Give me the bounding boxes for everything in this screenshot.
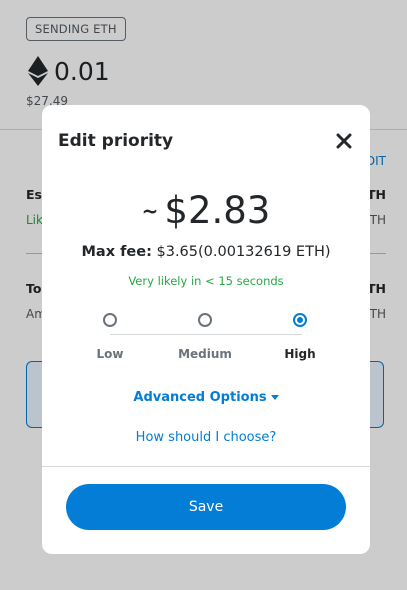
radio-medium[interactable] bbox=[198, 313, 212, 327]
edit-priority-modal: Edit priority ~ $2.83 Max fee: $3.65(0.00… bbox=[42, 105, 370, 554]
advanced-options-label: Advanced Options bbox=[133, 390, 267, 405]
fee-amount: $2.83 bbox=[164, 189, 271, 232]
max-fee: Max fee: $3.65(0.00132619 ETH) bbox=[42, 244, 370, 260]
close-icon[interactable] bbox=[336, 133, 352, 149]
radio-high[interactable] bbox=[293, 313, 307, 327]
advanced-options-link[interactable]: Advanced Options bbox=[42, 390, 370, 405]
likely-time: Very likely in < 15 seconds bbox=[128, 274, 284, 288]
modal-title: Edit priority bbox=[58, 131, 174, 151]
estimated-fee: ~ $2.83 bbox=[42, 189, 370, 232]
max-fee-label: Max fee: bbox=[81, 244, 152, 260]
fee-tilde: ~ bbox=[141, 198, 159, 223]
caret-down-icon bbox=[270, 395, 279, 400]
modal-divider bbox=[42, 466, 370, 467]
how-to-choose-link[interactable]: How should I choose? bbox=[42, 430, 370, 445]
radio-low[interactable] bbox=[103, 313, 117, 327]
priority-track bbox=[110, 334, 302, 335]
option-high-label[interactable]: High bbox=[260, 347, 340, 361]
max-fee-value: $3.65 bbox=[156, 244, 199, 260]
save-button[interactable]: Save bbox=[66, 484, 346, 530]
option-low-label[interactable]: Low bbox=[70, 347, 150, 361]
max-fee-eth: (0.00132619 ETH) bbox=[198, 244, 331, 260]
option-medium-label[interactable]: Medium bbox=[165, 347, 245, 361]
